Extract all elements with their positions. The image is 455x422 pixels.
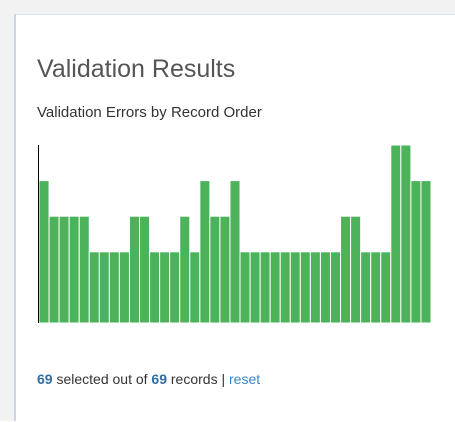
bar-record-32[interactable] [350,215,362,324]
bar-record-17[interactable] [199,180,211,324]
bar-record-36[interactable] [390,145,402,324]
bar-record-23[interactable] [259,251,271,324]
bar-record-5[interactable] [78,215,90,324]
bar-record-34[interactable] [370,251,382,324]
bar-record-21[interactable] [239,251,251,324]
bar-record-24[interactable] [269,251,281,324]
bars-group [38,145,432,324]
bar-record-29[interactable] [319,251,331,324]
validation-errors-bar-chart[interactable] [16,145,455,345]
validation-card: Validation Results Validation Errors by … [16,14,455,422]
selection-summary: 69 selected out of 69 records | reset [37,371,260,387]
bar-record-7[interactable] [98,251,110,324]
selected-text: selected out of [52,371,152,387]
bar-record-15[interactable] [179,215,191,324]
bar-record-2[interactable] [48,215,60,324]
bar-record-35[interactable] [380,251,392,324]
reset-link[interactable]: reset [229,371,260,387]
bar-record-16[interactable] [189,251,201,324]
bar-record-27[interactable] [299,251,311,324]
bar-record-3[interactable] [58,215,70,324]
records-text: records | [167,371,229,387]
bar-record-33[interactable] [360,251,372,324]
bar-record-8[interactable] [108,251,120,324]
bar-record-31[interactable] [340,215,352,324]
bar-record-14[interactable] [169,251,181,324]
bar-record-9[interactable] [118,251,130,324]
bar-record-30[interactable] [329,251,342,324]
bar-record-25[interactable] [279,251,291,324]
bar-record-39[interactable] [420,180,432,324]
chart-title: Validation Errors by Record Order [37,104,262,121]
bar-record-13[interactable] [159,251,171,324]
bar-record-12[interactable] [149,251,161,324]
bar-record-20[interactable] [229,180,241,324]
bar-record-11[interactable] [139,215,151,324]
bar-record-26[interactable] [289,251,301,324]
bar-record-28[interactable] [309,251,321,324]
bar-record-6[interactable] [88,251,100,324]
bar-record-38[interactable] [410,180,422,324]
card-title: Validation Results [37,55,236,83]
bar-record-1[interactable] [38,180,50,324]
page-background: Validation Results Validation Errors by … [0,0,455,422]
bar-record-18[interactable] [209,215,221,324]
bar-record-22[interactable] [249,251,261,324]
bar-record-4[interactable] [68,215,80,324]
total-count: 69 [151,371,167,387]
bar-record-37[interactable] [400,145,412,324]
bar-record-10[interactable] [128,215,141,324]
bar-record-19[interactable] [219,215,231,324]
selected-count: 69 [37,371,53,387]
